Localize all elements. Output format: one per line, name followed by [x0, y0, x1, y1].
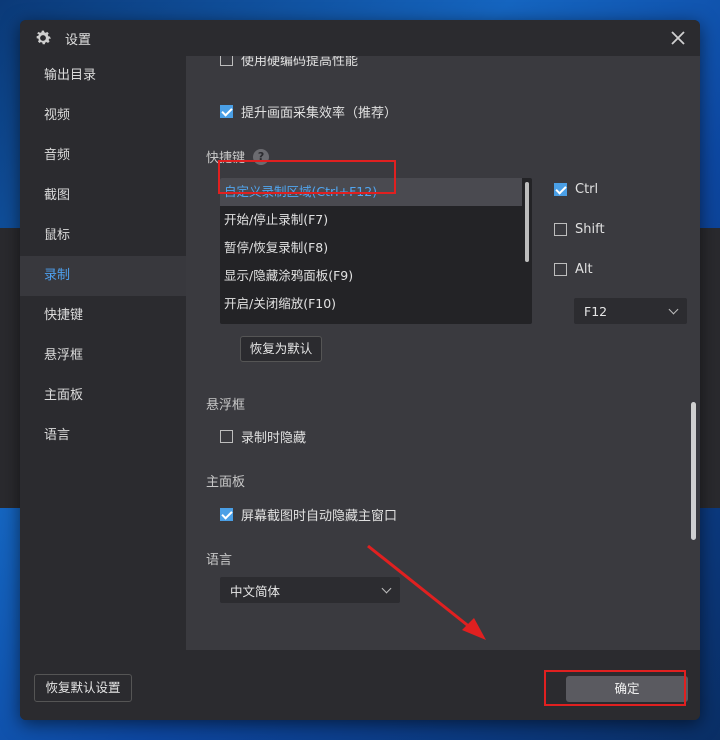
- sidebar-item-screenshot[interactable]: 截图: [20, 176, 186, 216]
- close-icon: [671, 31, 685, 45]
- sidebar-item-hotkeys[interactable]: 快捷键: [20, 296, 186, 336]
- chevron-down-icon: [668, 304, 679, 314]
- ctrl-option[interactable]: Ctrl: [554, 182, 598, 197]
- sidebar-item-video[interactable]: 视频: [20, 96, 186, 136]
- content-scrollbar[interactable]: [691, 402, 696, 540]
- window-title: 设置: [65, 32, 92, 48]
- shift-label: Shift: [575, 222, 605, 237]
- reset-all-button[interactable]: 恢复默认设置: [34, 674, 132, 702]
- close-button[interactable]: [666, 26, 690, 50]
- capture-efficiency-label: 提升画面采集效率（推荐）: [241, 106, 398, 121]
- gear-icon: [36, 30, 51, 45]
- settings-content: 使用硬编码提高性能 提升画面采集效率（推荐） 快捷键 ? 自定义录制区域(Ctr…: [186, 56, 700, 650]
- alt-option[interactable]: Alt: [554, 262, 593, 277]
- hotkey-key-value: F12: [584, 303, 608, 319]
- sidebar-item-float[interactable]: 悬浮框: [20, 336, 186, 376]
- hotkey-item-pause-resume[interactable]: 暂停/恢复录制(F8): [220, 234, 532, 262]
- capture-efficiency-checkbox[interactable]: [220, 105, 233, 118]
- shift-checkbox[interactable]: [554, 223, 567, 236]
- float-hide-option[interactable]: 录制时隐藏: [220, 427, 306, 446]
- language-value: 中文简体: [230, 583, 281, 599]
- capture-efficiency-option[interactable]: 提升画面采集效率（推荐）: [220, 102, 397, 121]
- language-select[interactable]: 中文简体: [220, 577, 400, 603]
- hw-encode-option[interactable]: 使用硬编码提高性能: [220, 56, 358, 69]
- reset-hotkeys-button[interactable]: 恢复为默认: [240, 336, 322, 362]
- sidebar-item-mouse[interactable]: 鼠标: [20, 216, 186, 256]
- hotkey-key-select[interactable]: F12: [574, 298, 687, 324]
- chevron-down-icon: [381, 583, 392, 593]
- panel-auto-hide-option[interactable]: 屏幕截图时自动隐藏主窗口: [220, 505, 397, 524]
- annotation-box-hotkey: [218, 160, 396, 194]
- title-bar: 设置: [20, 20, 700, 56]
- ctrl-checkbox[interactable]: [554, 183, 567, 196]
- alt-checkbox[interactable]: [554, 263, 567, 276]
- hotkey-list-scrollbar[interactable]: [525, 182, 529, 262]
- hw-encode-label: 使用硬编码提高性能: [241, 56, 359, 69]
- settings-window: 设置 输出目录 视频 音频 截图 鼠标 录制 快捷键 悬浮框 主面板 语言 使用…: [20, 20, 700, 720]
- float-section-title: 悬浮框: [206, 398, 246, 413]
- footer: 恢复默认设置 确定: [20, 650, 700, 720]
- panel-section-title: 主面板: [206, 475, 246, 490]
- float-hide-checkbox[interactable]: [220, 430, 233, 443]
- alt-label: Alt: [575, 262, 593, 277]
- hotkey-item-zoom[interactable]: 开启/关闭缩放(F10): [220, 290, 532, 318]
- sidebar-item-output-dir[interactable]: 输出目录: [20, 56, 186, 96]
- shift-option[interactable]: Shift: [554, 222, 605, 237]
- hotkey-item-start-stop[interactable]: 开始/停止录制(F7): [220, 206, 532, 234]
- sidebar-item-audio[interactable]: 音频: [20, 136, 186, 176]
- annotation-box-ok: [544, 670, 686, 706]
- language-section-title: 语言: [206, 553, 233, 568]
- hw-encode-checkbox[interactable]: [220, 56, 233, 66]
- sidebar-item-recording[interactable]: 录制: [20, 256, 186, 296]
- hotkey-item-doodle-panel[interactable]: 显示/隐藏涂鸦面板(F9): [220, 262, 532, 290]
- panel-auto-hide-checkbox[interactable]: [220, 508, 233, 521]
- hotkey-list[interactable]: 自定义录制区域(Ctrl+F12) 开始/停止录制(F7) 暂停/恢复录制(F8…: [220, 178, 532, 324]
- sidebar-item-language[interactable]: 语言: [20, 416, 186, 456]
- ctrl-label: Ctrl: [575, 182, 599, 197]
- panel-auto-hide-label: 屏幕截图时自动隐藏主窗口: [241, 509, 398, 524]
- settings-sidebar: 输出目录 视频 音频 截图 鼠标 录制 快捷键 悬浮框 主面板 语言: [20, 56, 186, 650]
- sidebar-item-main-panel[interactable]: 主面板: [20, 376, 186, 416]
- float-hide-label: 录制时隐藏: [241, 431, 307, 446]
